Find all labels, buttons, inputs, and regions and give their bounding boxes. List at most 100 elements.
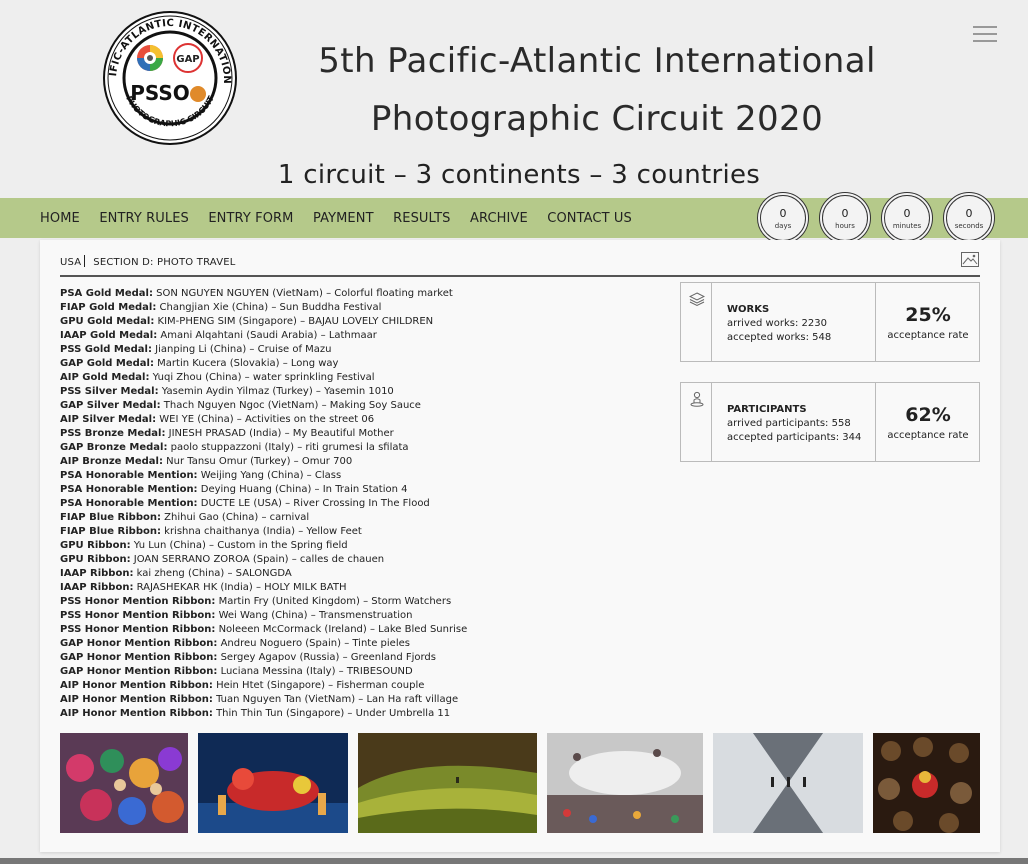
award-detail: krishna chaithanya (India) – Yellow Feet [164, 526, 362, 537]
award-detail: paolo stuppazzoni (Italy) – riti grumesi… [170, 442, 409, 453]
award-detail: Hein Htet (Singapore) – Fisherman couple [216, 680, 425, 691]
participants-heading: PARTICIPANTS [727, 404, 807, 415]
gallery-thumbnail[interactable] [60, 733, 188, 833]
award-entry: AIP Bronze Medal: Nur Tansu Omur (Turkey… [60, 455, 660, 469]
award-title: IAAP Ribbon: [60, 582, 134, 593]
award-detail: Noleeen McCormack (Ireland) – Lake Bled … [218, 624, 468, 635]
participants-acceptance-label: acceptance rate [887, 430, 969, 441]
award-entry: IAAP Gold Medal: Amani Alqahtani (Saudi … [60, 329, 660, 343]
award-entry: PSS Bronze Medal: JINESH PRASAD (India) … [60, 427, 660, 441]
award-entry: GPU Ribbon: Yu Lun (China) – Custom in t… [60, 539, 660, 553]
countdown-minutes: 0 minutes [881, 192, 933, 244]
breadcrumb-country[interactable]: USA [60, 257, 81, 268]
award-title: PSS Gold Medal: [60, 344, 152, 355]
participants-arrived: arrived participants: 558 [727, 418, 851, 429]
page-bottom-bar [0, 858, 1028, 864]
award-detail: Yuqi Zhou (China) – water sprinkling Fes… [152, 372, 375, 383]
award-title: GAP Honor Mention Ribbon: [60, 666, 218, 677]
breadcrumb-section: SECTION D: PHOTO TRAVEL [93, 257, 236, 268]
award-detail: Nur Tansu Omur (Turkey) – Omur 700 [166, 456, 353, 467]
gallery-thumbnail[interactable] [547, 733, 703, 833]
award-title: PSS Silver Medal: [60, 386, 159, 397]
works-acceptance-label: acceptance rate [887, 330, 969, 341]
hamburger-menu-icon[interactable] [973, 26, 997, 42]
nav-home[interactable]: HOME [40, 211, 80, 226]
award-entry: FIAP Blue Ribbon: krishna chaithanya (In… [60, 525, 660, 539]
award-entry: PSA Gold Medal: SON NGUYEN NGUYEN (VietN… [60, 287, 660, 301]
works-accepted: accepted works: 548 [727, 332, 832, 343]
layers-icon [689, 292, 705, 307]
works-acceptance-percent: 25% [905, 304, 951, 326]
award-title: IAAP Gold Medal: [60, 330, 158, 341]
psso-logo[interactable]: PACIFIC-ATLANTIC INTERNATIONAL PHOTOGRAP… [90, 2, 246, 146]
gallery-thumbnail[interactable] [873, 733, 980, 833]
award-entry: AIP Honor Mention Ribbon: Tuan Nguyen Ta… [60, 693, 660, 707]
award-title: PSA Gold Medal: [60, 288, 153, 299]
award-entry: PSS Honor Mention Ribbon: Noleeen McCorm… [60, 623, 660, 637]
award-title: GAP Gold Medal: [60, 358, 154, 369]
breadcrumb-separator [84, 255, 90, 267]
countdown-hours-unit: hours [835, 222, 855, 230]
gallery-thumbnail[interactable] [358, 733, 537, 833]
award-detail: Sergey Agapov (Russia) – Greenland Fjord… [220, 652, 436, 663]
main-nav: HOME ENTRY RULES ENTRY FORM PAYMENT RESU… [0, 198, 1028, 238]
award-detail: Jianping Li (China) – Cruise of Mazu [155, 344, 332, 355]
countdown-seconds-value: 0 [965, 207, 973, 220]
award-detail: Changjian Xie (China) – Sun Buddha Festi… [159, 302, 382, 313]
award-detail: Andreu Noguero (Spain) – Tinte pieles [220, 638, 410, 649]
award-entry: GAP Honor Mention Ribbon: Luciana Messin… [60, 665, 660, 679]
award-title: GAP Silver Medal: [60, 400, 161, 411]
award-entry: FIAP Blue Ribbon: Zhihui Gao (China) – c… [60, 511, 660, 525]
nav-payment[interactable]: PAYMENT [313, 211, 374, 226]
gallery-thumbnail[interactable] [713, 733, 863, 833]
award-detail: DUCTE LE (USA) – River Crossing In The F… [200, 498, 430, 509]
award-detail: Martin Fry (United Kingdom) – Storm Watc… [218, 596, 452, 607]
award-detail: Yasemin Aydin Yilmaz (Turkey) – Yasemin … [161, 386, 394, 397]
award-title: GAP Honor Mention Ribbon: [60, 638, 218, 649]
award-title: PSS Bronze Medal: [60, 428, 166, 439]
award-detail: kai zheng (China) – SALONGDA [136, 568, 292, 579]
award-detail: Zhihui Gao (China) – carnival [164, 512, 310, 523]
image-icon[interactable] [961, 252, 979, 267]
award-detail: Deying Huang (China) – In Train Station … [200, 484, 408, 495]
logo-gap-badge: GAP [176, 54, 199, 65]
award-entry: PSA Honorable Mention: Deying Huang (Chi… [60, 483, 660, 497]
award-title: AIP Gold Medal: [60, 372, 150, 383]
award-title: AIP Bronze Medal: [60, 456, 163, 467]
award-title: PSA Honorable Mention: [60, 470, 198, 481]
award-entry: IAAP Ribbon: RAJASHEKAR HK (India) – HOL… [60, 581, 660, 595]
award-entry: IAAP Ribbon: kai zheng (China) – SALONGD… [60, 567, 660, 581]
award-entry: PSA Honorable Mention: DUCTE LE (USA) – … [60, 497, 660, 511]
countdown-hours-value: 0 [841, 207, 849, 220]
award-entry: GAP Bronze Medal: paolo stuppazzoni (Ita… [60, 441, 660, 455]
award-title: PSA Honorable Mention: [60, 484, 198, 495]
breadcrumb: USA SECTION D: PHOTO TRAVEL [60, 255, 236, 268]
award-entry: GAP Honor Mention Ribbon: Andreu Noguero… [60, 637, 660, 651]
title-line-1: 5th Pacific-Atlantic International [318, 41, 876, 81]
nav-contact-us[interactable]: CONTACT US [547, 211, 632, 226]
countdown-seconds: 0 seconds [943, 192, 995, 244]
nav-archive[interactable]: ARCHIVE [470, 211, 528, 226]
award-detail: Luciana Messina (Italy) – TRIBESOUND [220, 666, 413, 677]
award-entry: PSA Honorable Mention: Weijing Yang (Chi… [60, 469, 660, 483]
award-title: AIP Silver Medal: [60, 414, 157, 425]
participants-stat-box: PARTICIPANTS arrived participants: 558 a… [680, 382, 980, 462]
award-title: PSA Honorable Mention: [60, 498, 198, 509]
nav-results[interactable]: RESULTS [393, 211, 450, 226]
award-detail: Thin Thin Tun (Singapore) – Under Umbrel… [216, 708, 451, 719]
award-title: PSS Honor Mention Ribbon: [60, 596, 216, 607]
gallery-thumbnail[interactable] [198, 733, 348, 833]
countdown-days-unit: days [774, 222, 792, 230]
page-title: 5th Pacific-Atlantic International Photo… [262, 32, 932, 148]
nav-entry-rules[interactable]: ENTRY RULES [99, 211, 189, 226]
award-detail: Wei Wang (China) – Transmenstruation [218, 610, 413, 621]
award-detail: Amani Alqahtani (Saudi Arabia) – Lathmaa… [160, 330, 377, 341]
award-title: IAAP Ribbon: [60, 568, 134, 579]
award-entry: FIAP Gold Medal: Changjian Xie (China) –… [60, 301, 660, 315]
countdown-days-value: 0 [779, 207, 787, 220]
nav-entry-form[interactable]: ENTRY FORM [208, 211, 293, 226]
award-entry: PSS Silver Medal: Yasemin Aydin Yilmaz (… [60, 385, 660, 399]
award-title: FIAP Blue Ribbon: [60, 526, 161, 537]
award-title: GPU Gold Medal: [60, 316, 155, 327]
award-detail: WEI YE (China) – Activities on the stree… [159, 414, 375, 425]
